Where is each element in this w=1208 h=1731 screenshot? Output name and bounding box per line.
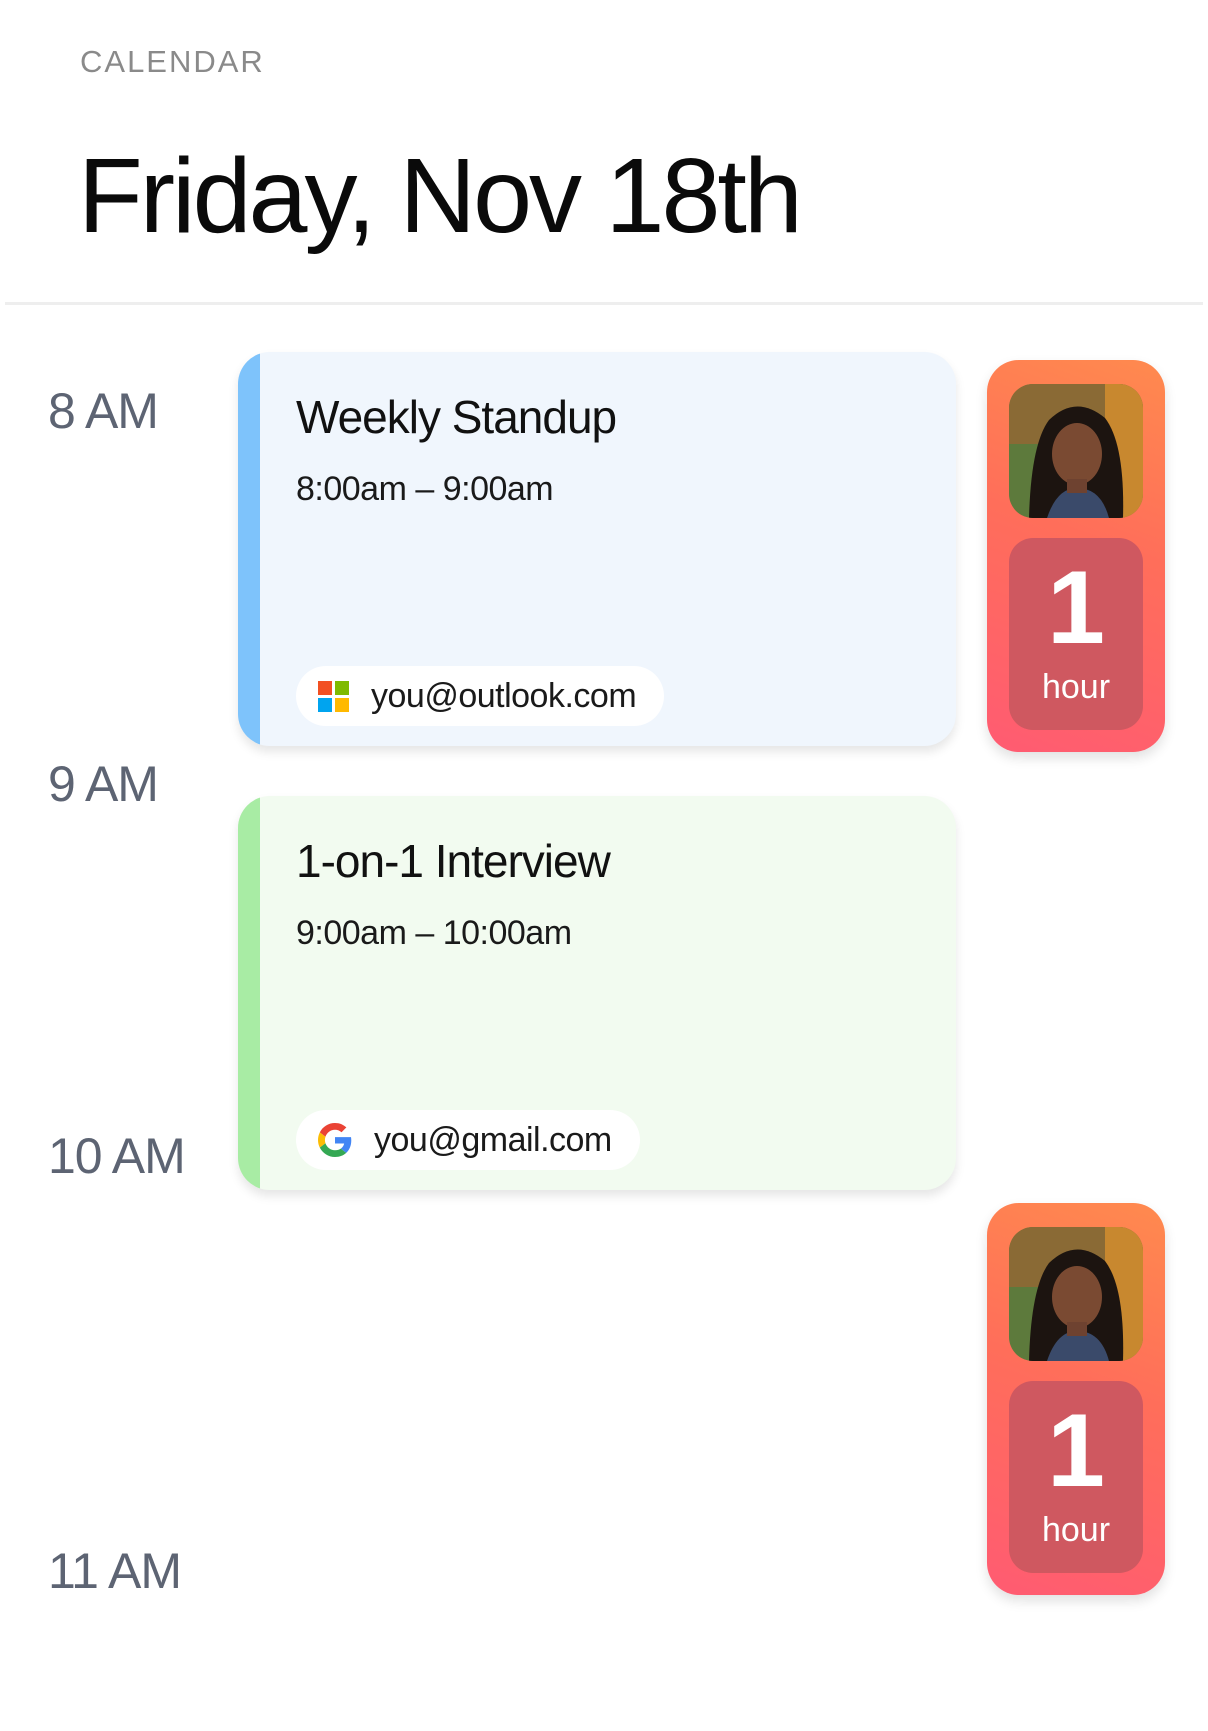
attendee-avatar (1009, 384, 1143, 518)
duration-chip[interactable]: 1 hour (987, 360, 1165, 752)
header-divider (5, 302, 1203, 305)
hour-label-8am: 8 AM (48, 383, 159, 439)
account-email: you@gmail.com (374, 1120, 612, 1159)
event-title: 1-on-1 Interview (296, 835, 611, 887)
event-time: 8:00am – 9:00am (296, 470, 554, 508)
hour-label-11am: 11 AM (48, 1543, 182, 1599)
hour-label-9am: 9 AM (48, 756, 159, 812)
hour-label-10am: 10 AM (48, 1128, 186, 1184)
event-title: Weekly Standup (296, 391, 617, 443)
duration-box: 1 hour (1009, 538, 1143, 730)
page-title: Friday, Nov 18th (78, 137, 803, 255)
duration-value: 1 (1047, 1393, 1105, 1509)
event-time: 9:00am – 10:00am (296, 914, 572, 952)
account-pill: you@outlook.com (296, 666, 665, 726)
event-accent-bar (238, 352, 260, 746)
google-icon (318, 1123, 352, 1157)
account-email: you@outlook.com (371, 676, 637, 715)
duration-box: 1 hour (1009, 1381, 1143, 1573)
event-card-1-on-1-interview[interactable]: 1-on-1 Interview 9:00am – 10:00am you@gm… (238, 796, 956, 1190)
microsoft-icon (318, 680, 349, 712)
event-accent-bar (238, 796, 260, 1190)
duration-unit: hour (1041, 668, 1111, 706)
duration-unit: hour (1041, 1511, 1111, 1549)
event-card-weekly-standup[interactable]: Weekly Standup 8:00am – 9:00am you@outlo… (238, 352, 956, 746)
duration-value: 1 (1047, 550, 1105, 666)
duration-chip[interactable]: 1 hour (987, 1203, 1165, 1595)
attendee-avatar (1009, 1227, 1143, 1361)
account-pill: you@gmail.com (296, 1110, 640, 1170)
calendar-eyebrow: CALENDAR (80, 44, 265, 79)
